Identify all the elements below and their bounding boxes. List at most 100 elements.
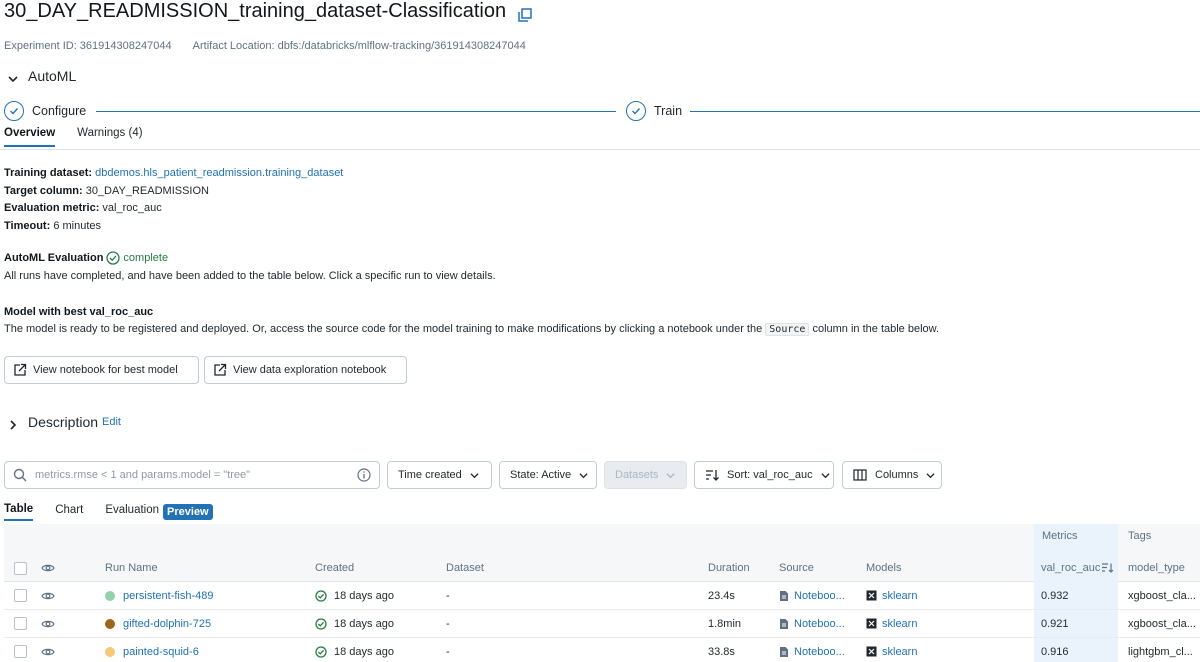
step-configure: Configure	[4, 101, 86, 121]
columns-icon	[853, 469, 867, 481]
chevron-right-icon[interactable]	[8, 417, 18, 430]
run-name-link[interactable]: gifted-dolphin-725	[123, 618, 211, 630]
step-label: Train	[654, 104, 683, 118]
copy-icon[interactable]	[518, 5, 532, 22]
duration-value: 33.8s	[708, 645, 735, 658]
timeout-label: Timeout:	[4, 219, 51, 232]
header-tag[interactable]: model_type	[1128, 554, 1185, 582]
training-dataset-label: Training dataset:	[4, 167, 93, 179]
duration-value: 1.8min	[708, 617, 742, 630]
overview-tabs: Overview Warnings (4)	[4, 127, 143, 147]
dataset-value: -	[446, 645, 450, 658]
description-section: Description Edit	[8, 414, 121, 430]
notebook-icon	[779, 646, 789, 658]
tab-table[interactable]: Table	[4, 503, 34, 521]
source-code-chip: Source	[765, 323, 810, 336]
description-label: Description	[28, 414, 99, 430]
evaluation-metric-label: Evaluation metric:	[4, 202, 100, 214]
tab-warnings[interactable]: Warnings (4)	[77, 127, 142, 147]
dropdown-label: Columns	[875, 469, 919, 481]
datasets-dropdown[interactable]: Datasets	[604, 461, 687, 489]
run-name-link[interactable]: painted-squid-6	[123, 646, 199, 658]
check-circle-icon	[315, 589, 327, 602]
automl-section-toggle[interactable]: AutoML	[8, 68, 76, 84]
timeout-value: 6 minutes	[53, 219, 102, 232]
view-tabs: Table Chart Evaluation Preview	[4, 503, 213, 521]
step-connector	[96, 111, 616, 112]
search-icon	[13, 468, 27, 482]
button-label: View notebook for best model	[33, 364, 178, 376]
header-metric[interactable]: val_roc_auc	[1041, 554, 1114, 582]
best-model-text-before: The model is ready to be registered and …	[4, 323, 763, 335]
table-row[interactable]: painted-squid-6 18 days ago - 33.8s Noteboo.…	[4, 638, 1200, 662]
source-link[interactable]: Noteboo...	[794, 590, 845, 602]
metric-value: 0.932	[1041, 589, 1069, 602]
search-placeholder: metrics.rmse < 1 and params.model = "tre…	[35, 469, 251, 481]
table-header: Metrics Tags Run Name Created Dataset Du…	[4, 524, 1200, 582]
created-value: 18 days ago	[334, 645, 394, 658]
header-duration[interactable]: Duration	[708, 554, 750, 582]
divider	[0, 149, 1200, 150]
step-connector	[690, 111, 1200, 112]
best-model-text-after: column in the table below.	[812, 323, 940, 335]
row-checkbox[interactable]	[14, 617, 27, 630]
tab-overview[interactable]: Overview	[4, 127, 56, 147]
row-checkbox[interactable]	[14, 645, 27, 658]
view-data-exploration-button[interactable]: View data exploration notebook	[204, 356, 407, 384]
time-created-dropdown[interactable]: Time created	[387, 461, 492, 489]
dropdown-label: Datasets	[615, 469, 659, 481]
search-input[interactable]: metrics.rmse < 1 and params.model = "tre…	[4, 461, 380, 489]
dropdown-label: Sort: val_roc_auc	[727, 469, 813, 481]
model-link[interactable]: sklearn	[882, 590, 917, 602]
eye-icon[interactable]	[41, 610, 55, 637]
chevron-down-icon	[8, 71, 18, 83]
evaluation-metric-value: val_roc_auc	[102, 202, 162, 214]
table-row[interactable]: persistent-fish-489 18 days ago - 23.4s Note…	[4, 582, 1200, 610]
page-title-row: 30_DAY_READMISSION_training_dataset-Clas…	[4, 0, 532, 23]
header-models[interactable]: Models	[866, 554, 901, 582]
header-created[interactable]: Created	[315, 554, 354, 582]
tab-evaluation[interactable]: Evaluation	[105, 504, 159, 520]
view-best-model-notebook-button[interactable]: View notebook for best model	[4, 356, 199, 384]
run-config-info: Training dataset: dbdemos.hls_patient_re…	[4, 165, 343, 235]
tab-chart[interactable]: Chart	[55, 504, 83, 520]
sort-icon	[705, 469, 719, 481]
header-run-name[interactable]: Run Name	[105, 554, 158, 582]
header-source[interactable]: Source	[779, 554, 814, 582]
model-link[interactable]: sklearn	[882, 646, 917, 658]
eye-icon[interactable]	[41, 554, 55, 582]
model-link[interactable]: sklearn	[882, 618, 917, 630]
artifact-location: Artifact Location: dbfs:/databricks/mlfl…	[192, 40, 526, 52]
info-icon[interactable]	[357, 468, 371, 482]
row-checkbox[interactable]	[14, 589, 27, 602]
table-body: persistent-fish-489 18 days ago - 23.4s Note…	[4, 582, 1200, 662]
best-model-text: The model is ready to be registered and …	[4, 323, 940, 336]
duration-value: 23.4s	[708, 589, 735, 602]
source-link[interactable]: Noteboo...	[794, 646, 845, 658]
training-dataset-link[interactable]: dbdemos.hls_patient_readmission.training…	[95, 167, 343, 179]
header-dataset[interactable]: Dataset	[446, 554, 484, 582]
table-row[interactable]: gifted-dolphin-725 18 days ago - 1.8min Note…	[4, 610, 1200, 638]
model-icon	[866, 646, 877, 657]
tags-group-header: Tags	[1128, 530, 1152, 542]
source-link[interactable]: Noteboo...	[794, 618, 845, 630]
chevron-down-icon	[579, 471, 588, 480]
dropdown-label: State: Active	[510, 469, 572, 481]
check-icon	[626, 101, 646, 121]
select-all-checkbox[interactable]	[14, 561, 27, 575]
edit-description-link[interactable]: Edit	[102, 416, 121, 428]
tag-value: xgboost_cla...	[1128, 617, 1196, 630]
target-column-value: 30_DAY_READMISSION	[85, 184, 209, 197]
run-name-link[interactable]: persistent-fish-489	[123, 590, 214, 602]
columns-dropdown[interactable]: Columns	[842, 461, 942, 489]
target-column-label: Target column:	[4, 184, 83, 197]
evaluation-title: AutoML Evaluation	[4, 252, 104, 264]
eye-icon[interactable]	[41, 582, 55, 609]
button-label: View data exploration notebook	[233, 364, 387, 376]
state-dropdown[interactable]: State: Active	[499, 461, 597, 489]
metric-value: 0.921	[1041, 617, 1069, 630]
eye-icon[interactable]	[41, 638, 55, 662]
automl-label: AutoML	[28, 68, 77, 84]
sort-dropdown[interactable]: Sort: val_roc_auc	[694, 461, 834, 489]
chevron-down-icon	[821, 471, 830, 480]
